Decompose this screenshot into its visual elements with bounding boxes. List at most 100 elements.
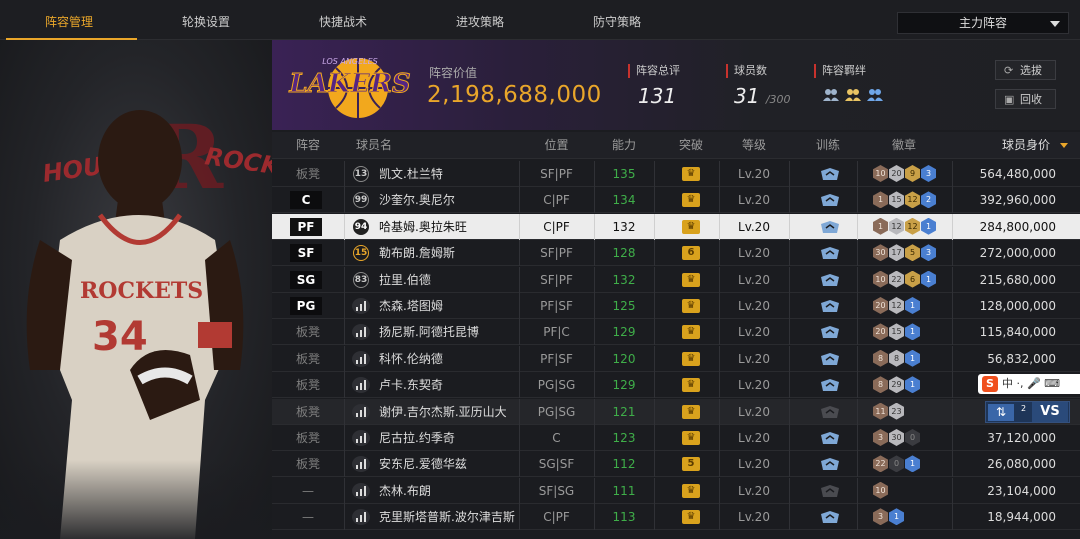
player-name[interactable]: 卢卡.东契奇 xyxy=(379,372,443,398)
badge-list[interactable]: 1 15 12 2 xyxy=(873,191,936,209)
player-level: Lv.20 xyxy=(738,351,770,366)
badge-list[interactable]: 3 30 0 xyxy=(873,429,920,446)
training-icon[interactable] xyxy=(820,431,840,445)
player-name[interactable]: 扬尼斯.阿德托昆博 xyxy=(379,319,479,345)
tab-quick-tactics[interactable]: 快捷战术 xyxy=(278,0,408,38)
player-name[interactable]: 杰林.布朗 xyxy=(379,478,431,504)
recall-button[interactable]: ▣ 回收 xyxy=(995,89,1056,109)
player-name[interactable]: 安东尼.爱德华兹 xyxy=(379,451,467,477)
training-icon[interactable] xyxy=(820,246,840,260)
col-ability[interactable]: 能力 xyxy=(594,132,654,159)
player-position: C xyxy=(552,431,561,445)
table-row[interactable]: SF 15 勒布朗.詹姆斯 SF|PF 128 6 Lv.20 30 17 5 3 272,000,0… xyxy=(272,240,1080,267)
breakthrough-crown-icon[interactable]: ♛ xyxy=(682,404,700,419)
breakthrough-crown-icon[interactable]: ♛ xyxy=(682,272,700,287)
badge-list[interactable]: 10 xyxy=(873,481,888,499)
training-icon[interactable] xyxy=(820,220,840,234)
tab-rotation-settings[interactable]: 轮换设置 xyxy=(141,0,271,38)
breakthrough-crown-icon[interactable]: ♛ xyxy=(682,325,700,340)
badge-list[interactable]: 1 12 12 1 xyxy=(873,217,936,235)
badge-icon: 22 xyxy=(889,270,904,288)
breakthrough-crown-icon[interactable]: 5 xyxy=(682,457,700,472)
table-row[interactable]: PG 杰森.塔图姆 PF|SF 125 ♛ Lv.20 20 12 1 128,000,000 xyxy=(272,293,1080,319)
col-slot[interactable]: 阵容 xyxy=(280,132,336,159)
player-ability: 128 xyxy=(612,246,636,261)
badge-list[interactable]: 20 12 1 xyxy=(873,297,920,314)
player-name[interactable]: 拉里.伯德 xyxy=(379,267,431,293)
breakthrough-crown-icon[interactable]: ♛ xyxy=(682,510,700,525)
player-name[interactable]: 尼古拉.约季奇 xyxy=(379,425,455,451)
breakthrough-crown-icon[interactable]: ♛ xyxy=(682,431,700,445)
training-icon[interactable] xyxy=(820,167,840,181)
player-name[interactable]: 沙奎尔.奥尼尔 xyxy=(379,187,455,213)
badge-list[interactable]: 31 xyxy=(873,508,904,526)
tab-defense-strategy[interactable]: 防守策略 xyxy=(552,0,682,38)
badge-list[interactable]: 10 20 9 3 xyxy=(873,165,936,182)
table-row[interactable]: 板凳 卢卡.东契奇 PG|SG 129 ♛ Lv.20 8 29 1 xyxy=(272,372,1080,399)
badge-icon: 6 xyxy=(905,270,920,288)
badge-list[interactable]: 22 0 1 xyxy=(873,455,920,473)
player-name[interactable]: 哈基姆.奥拉朱旺 xyxy=(379,214,467,240)
breakthrough-crown-icon[interactable]: ♛ xyxy=(682,351,700,366)
column-divider xyxy=(654,477,655,504)
breakthrough-crown-icon[interactable]: ♛ xyxy=(682,219,700,234)
training-icon[interactable] xyxy=(820,352,840,366)
tab-offense-strategy[interactable]: 进攻策略 xyxy=(415,0,545,38)
badge-list[interactable]: 10 22 6 1 xyxy=(873,270,936,288)
table-row[interactable]: — 克里斯塔普斯.波尔津吉斯 C|PF 113 ♛ Lv.20 3 1 18,944,000 xyxy=(272,504,1080,531)
col-training[interactable]: 训练 xyxy=(799,132,857,159)
breakthrough-crown-icon[interactable]: ♛ xyxy=(682,378,700,393)
player-name[interactable]: 勒布朗.詹姆斯 xyxy=(379,240,455,266)
ime-toolbar[interactable]: S 中 ·, 🎤 ⌨ xyxy=(978,374,1080,394)
player-name[interactable]: 科怀.伦纳德 xyxy=(379,346,443,372)
table-row[interactable]: PF 94 哈基姆.奥拉朱旺 C|PF 132 ♛ Lv.20 1 12 12 1 284,800,0… xyxy=(272,213,1080,240)
breakthrough-crown-icon[interactable]: ♛ xyxy=(682,299,700,313)
training-icon[interactable] xyxy=(820,273,840,287)
player-name[interactable]: 凯文.杜兰特 xyxy=(379,161,443,187)
training-icon[interactable] xyxy=(820,457,840,471)
badge-list[interactable]: 30 17 5 3 xyxy=(873,244,936,262)
col-position[interactable]: 位置 xyxy=(519,132,594,159)
breakthrough-crown-icon[interactable]: ♛ xyxy=(682,193,700,208)
breakthrough-crown-icon[interactable]: 6 xyxy=(682,246,700,261)
col-breakthrough[interactable]: 突破 xyxy=(662,132,720,159)
bond-icons[interactable] xyxy=(822,86,884,104)
training-icon[interactable] xyxy=(820,299,840,313)
tab-lineup-management[interactable]: 阵容管理 xyxy=(4,0,137,40)
breakthrough-crown-icon[interactable]: ♛ xyxy=(682,167,700,181)
training-icon[interactable] xyxy=(820,484,840,498)
lineup-select[interactable]: 主力阵容 xyxy=(897,12,1069,34)
table-row[interactable]: 板凳 科怀.伦纳德 PF|SF 120 ♛ Lv.20 8 8 1 56,832,000 xyxy=(272,345,1080,372)
table-row[interactable]: 板凳 尼古拉.约季奇 C 123 ♛ Lv.20 3 30 0 37,120,000 xyxy=(272,425,1080,451)
training-icon[interactable] xyxy=(820,405,840,419)
badge-list[interactable]: 11 23 xyxy=(873,402,904,420)
training-icon[interactable] xyxy=(820,378,840,392)
compare-widget[interactable]: ⇅ 2 VS xyxy=(985,401,1070,423)
badge-list[interactable]: 20 15 1 xyxy=(873,323,920,341)
table-row[interactable]: SG 83 拉里.伯德 SF|PF 132 ♛ Lv.20 10 22 6 1 215,680,000 xyxy=(272,266,1080,293)
badge-icon: 15 xyxy=(889,191,904,209)
player-level: Lv.20 xyxy=(738,272,770,287)
lineup-slot: 板凳 xyxy=(295,404,320,419)
player-name[interactable]: 克里斯塔普斯.波尔津吉斯 xyxy=(379,504,515,530)
player-name[interactable]: 谢伊.吉尔杰斯.亚历山大 xyxy=(379,399,507,425)
badge-list[interactable]: 881 xyxy=(873,349,920,367)
table-row[interactable]: 板凳 谢伊.吉尔杰斯.亚历山大 PG|SG 121 ♛ Lv.20 11 23 xyxy=(272,398,1080,425)
training-icon[interactable] xyxy=(820,510,840,524)
breakthrough-crown-icon[interactable]: ♛ xyxy=(682,483,700,498)
training-icon[interactable] xyxy=(820,325,840,339)
table-row[interactable]: C 99 沙奎尔.奥尼尔 C|PF 134 ♛ Lv.20 1 15 12 2 392,960,000 xyxy=(272,187,1080,214)
scout-button[interactable]: ⟳ 选拔 xyxy=(995,60,1056,80)
badge-list[interactable]: 8 29 1 xyxy=(873,376,920,394)
col-worth[interactable]: 球员身价 xyxy=(996,132,1068,159)
table-row[interactable]: 板凳 13 凯文.杜兰特 SF|PF 135 ♛ Lv.20 10 20 9 3 564,480,00… xyxy=(272,161,1080,187)
table-row[interactable]: 板凳 扬尼斯.阿德托昆博 PF|C 129 ♛ Lv.20 20 15 1 115,840,000 xyxy=(272,319,1080,346)
table-row[interactable]: 板凳 安东尼.爱德华兹 SG|SF 112 5 Lv.20 22 0 1 26,080,000 xyxy=(272,451,1080,478)
training-icon[interactable] xyxy=(820,193,840,207)
table-row[interactable]: — 杰林.布朗 SF|SG 111 ♛ Lv.20 10 23,104,000 xyxy=(272,477,1080,504)
col-badges[interactable]: 徽章 xyxy=(874,132,934,159)
player-name[interactable]: 杰森.塔图姆 xyxy=(379,293,443,319)
column-divider xyxy=(789,451,790,478)
col-name[interactable]: 球员名 xyxy=(354,132,394,159)
col-level[interactable]: 等级 xyxy=(719,132,789,159)
